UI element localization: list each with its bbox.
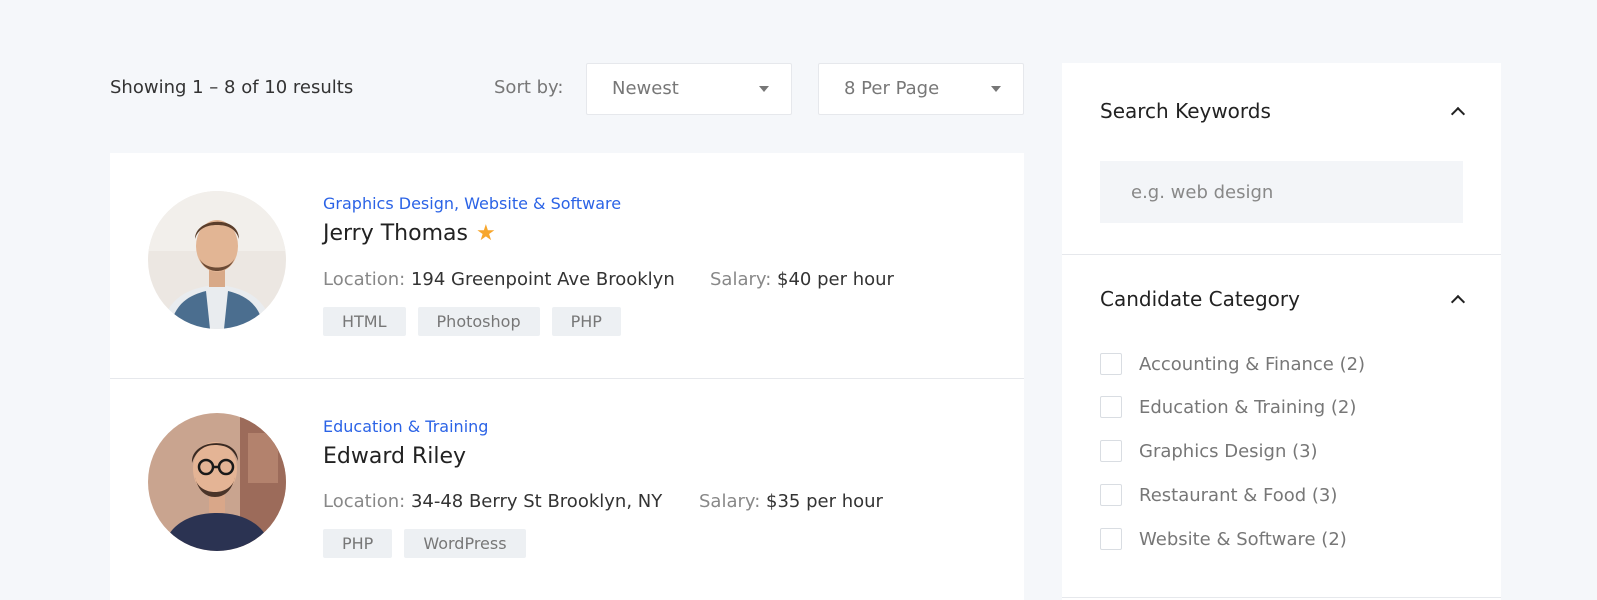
category-filter-label: Education & Training (2) bbox=[1139, 396, 1357, 418]
salary-label: Salary: bbox=[699, 491, 761, 512]
skill-tags: HTML Photoshop PHP bbox=[323, 307, 621, 336]
results-count: Showing 1 – 8 of 10 results bbox=[110, 77, 354, 98]
search-keywords-title: Search Keywords bbox=[1100, 99, 1271, 123]
candidate-category-title: Candidate Category bbox=[1100, 287, 1300, 311]
chevron-up-icon[interactable] bbox=[1450, 294, 1466, 310]
sort-select[interactable]: Newest bbox=[586, 63, 792, 115]
location-value: 34-48 Berry St Brooklyn, NY bbox=[410, 491, 663, 512]
section-divider bbox=[1062, 597, 1501, 598]
results-toolbar: Showing 1 – 8 of 10 results Sort by: New… bbox=[110, 63, 1024, 115]
candidate-avatar[interactable] bbox=[148, 413, 286, 551]
candidate-location: Location: 194 Greenpoint Ave Brooklyn bbox=[323, 269, 675, 290]
candidate-list: Graphics Design, Website & Software Jerr… bbox=[110, 153, 1024, 600]
sort-label: Sort by: bbox=[494, 77, 564, 98]
category-checkbox[interactable] bbox=[1100, 528, 1122, 550]
location-label: Location: bbox=[323, 491, 406, 512]
candidate-salary: Salary: $35 per hour bbox=[699, 491, 883, 512]
category-link[interactable]: Graphics Design bbox=[323, 194, 454, 213]
skill-tag[interactable]: PHP bbox=[551, 307, 621, 336]
category-checkbox[interactable] bbox=[1100, 396, 1122, 418]
category-filter-item[interactable]: Education & Training (2) bbox=[1100, 396, 1356, 418]
category-filter-label: Restaurant & Food (3) bbox=[1139, 484, 1338, 506]
candidate-location: Location: 34-48 Berry St Brooklyn, NY bbox=[323, 491, 662, 512]
category-filter-item[interactable]: Graphics Design (3) bbox=[1100, 440, 1318, 462]
category-checkbox[interactable] bbox=[1100, 484, 1122, 506]
candidate-name[interactable]: Jerry Thomas bbox=[323, 221, 468, 246]
skill-tags: PHP WordPress bbox=[323, 529, 526, 558]
category-separator: , bbox=[453, 194, 465, 213]
salary-value: $40 per hour bbox=[777, 269, 894, 290]
skill-tag[interactable]: Photoshop bbox=[417, 307, 540, 336]
skill-tag[interactable]: HTML bbox=[323, 307, 406, 336]
category-filter-item[interactable]: Restaurant & Food (3) bbox=[1100, 484, 1337, 506]
category-filter-item[interactable]: Website & Software (2) bbox=[1100, 528, 1347, 550]
candidate-name-row: Edward Riley bbox=[323, 444, 466, 469]
sort-select-value: Newest bbox=[612, 78, 679, 99]
skill-tag[interactable]: WordPress bbox=[404, 529, 526, 558]
candidate-categories: Graphics Design, Website & Software bbox=[323, 194, 621, 213]
category-filter-label: Accounting & Finance (2) bbox=[1139, 353, 1366, 375]
candidate-card[interactable]: Graphics Design, Website & Software Jerr… bbox=[110, 153, 1024, 378]
star-icon: ★ bbox=[475, 221, 496, 246]
chevron-up-icon[interactable] bbox=[1450, 106, 1466, 122]
candidate-name-row: Jerry Thomas ★ bbox=[323, 221, 496, 246]
location-value: 194 Greenpoint Ave Brooklyn bbox=[410, 269, 675, 290]
salary-value: $35 per hour bbox=[766, 491, 883, 512]
caret-down-icon bbox=[991, 86, 1001, 92]
candidate-categories: Education & Training bbox=[323, 417, 488, 436]
location-label: Location: bbox=[323, 269, 406, 290]
category-filter-item[interactable]: Accounting & Finance (2) bbox=[1100, 353, 1365, 375]
candidate-name[interactable]: Edward Riley bbox=[323, 444, 466, 469]
category-checkbox[interactable] bbox=[1100, 440, 1122, 462]
section-divider bbox=[1062, 254, 1501, 255]
salary-label: Salary: bbox=[710, 269, 772, 290]
filter-sidebar: Search Keywords Candidate Category Accou… bbox=[1062, 63, 1501, 600]
search-keywords-input[interactable] bbox=[1100, 161, 1463, 223]
category-filter-label: Website & Software (2) bbox=[1139, 528, 1347, 550]
per-page-select[interactable]: 8 Per Page bbox=[818, 63, 1024, 115]
candidate-avatar[interactable] bbox=[148, 191, 286, 329]
per-page-select-value: 8 Per Page bbox=[844, 78, 940, 99]
category-link[interactable]: Website & Software bbox=[464, 194, 621, 213]
category-filter-label: Graphics Design (3) bbox=[1139, 440, 1318, 462]
candidate-card[interactable]: Education & Training Edward Riley Locati… bbox=[110, 378, 1024, 600]
candidate-salary: Salary: $40 per hour bbox=[710, 269, 894, 290]
caret-down-icon bbox=[759, 86, 769, 92]
skill-tag[interactable]: PHP bbox=[323, 529, 393, 558]
category-checkbox[interactable] bbox=[1100, 353, 1122, 375]
category-link[interactable]: Education & Training bbox=[323, 417, 488, 436]
